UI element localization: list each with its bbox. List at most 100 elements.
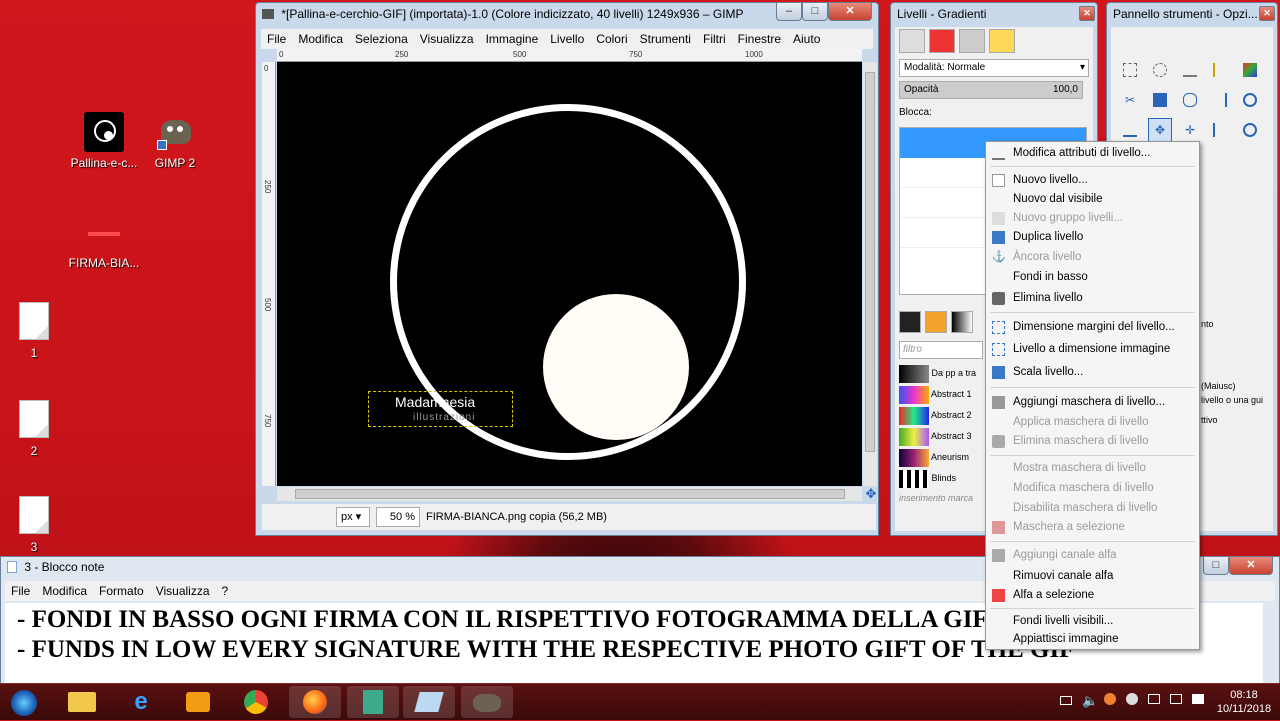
- menu-item-new-from-visible[interactable]: Nuovo dal visibile: [986, 190, 1199, 209]
- zoom-select[interactable]: 50 %: [376, 507, 420, 527]
- gradient-item[interactable]: Abstract 2: [899, 405, 983, 426]
- image-canvas[interactable]: Madamnesia illustrazioni: [277, 62, 862, 486]
- move-tool-icon[interactable]: ✥: [1148, 118, 1172, 142]
- tab-channels-icon[interactable]: [929, 29, 955, 53]
- menu-item-edit-attributes[interactable]: Modifica attributi di livello...: [986, 144, 1199, 163]
- taskbar-file-app[interactable]: [347, 686, 399, 718]
- tab-layers-icon[interactable]: [899, 29, 925, 53]
- menu-immagine[interactable]: Immagine: [480, 32, 545, 46]
- taskbar-media-player[interactable]: [172, 686, 224, 718]
- desktop-icon-pallina[interactable]: Pallina-e-c...: [64, 112, 144, 170]
- clock[interactable]: 08:18 10/11/2018: [1216, 688, 1272, 716]
- desktop-icon-gimp[interactable]: GIMP 2: [135, 112, 215, 170]
- align-tool-icon[interactable]: ✛: [1183, 123, 1197, 137]
- menu-item-remove-alpha-channel[interactable]: Rimuovi canale alfa: [986, 567, 1199, 586]
- close-button[interactable]: ✕: [1229, 557, 1273, 575]
- taskbar-internet-explorer[interactable]: e: [115, 686, 167, 718]
- network-icon[interactable]: [1148, 694, 1160, 704]
- gradient-item[interactable]: Blinds: [899, 468, 983, 489]
- zoom-tool-icon[interactable]: [1243, 93, 1257, 107]
- menu-item-new-layer[interactable]: Nuovo livello...: [986, 171, 1199, 190]
- menu-modifica[interactable]: Modifica: [36, 584, 93, 598]
- gradient-item[interactable]: Abstract 1: [899, 384, 983, 405]
- color-picker-tool-icon[interactable]: [1213, 93, 1227, 107]
- color-select-tool-icon[interactable]: [1243, 63, 1257, 77]
- desktop-icon-firma[interactable]: FIRMA-BIA...: [64, 212, 144, 270]
- opacity-slider[interactable]: Opacità 100,0: [899, 81, 1083, 99]
- taskbar-firefox[interactable]: [289, 686, 341, 718]
- action-center-icon[interactable]: [1192, 694, 1204, 704]
- gradients-list[interactable]: Da pp a tra Abstract 1 Abstract 2 Abstra…: [899, 363, 983, 489]
- filter-input[interactable]: filtro: [899, 341, 983, 359]
- toolbox-titlebar[interactable]: Pannello strumenti - Opzi... ✕: [1107, 3, 1277, 25]
- desktop-icon-file-2[interactable]: 2: [0, 400, 74, 458]
- menu-filtri[interactable]: Filtri: [697, 32, 732, 46]
- ellipse-select-tool-icon[interactable]: [1153, 63, 1167, 77]
- menu-item-layer-to-image-size[interactable]: Livello a dimensione immagine: [986, 340, 1199, 359]
- gimp-titlebar[interactable]: *[Pallina-e-cerchio-GIF] (importata)-1.0…: [256, 3, 878, 25]
- power-icon[interactable]: [1170, 694, 1182, 704]
- menu-item-delete-layer[interactable]: Elimina livello: [986, 289, 1199, 308]
- mode-select[interactable]: Modalità: Normale ▾: [899, 59, 1089, 77]
- menu-item-alpha-to-selection[interactable]: Alfa a selezione: [986, 586, 1199, 605]
- gradient-item[interactable]: Da pp a tra: [899, 363, 983, 384]
- keyboard-icon[interactable]: [1060, 696, 1072, 705]
- menu-item-merge-visible-layers[interactable]: Fondi livelli visibili...: [986, 612, 1199, 631]
- menu-item-merge-down[interactable]: Fondi in basso: [986, 268, 1199, 287]
- menu-formato[interactable]: Formato: [93, 584, 150, 598]
- menu-file[interactable]: File: [5, 584, 36, 598]
- menu-modifica[interactable]: Modifica: [292, 32, 349, 46]
- tab-undo-icon[interactable]: [989, 29, 1015, 53]
- volume-icon[interactable]: 🔈: [1082, 693, 1098, 709]
- minimize-button[interactable]: –: [776, 3, 802, 21]
- scroll-thumb[interactable]: [295, 489, 845, 499]
- menu-finestre[interactable]: Finestre: [732, 32, 787, 46]
- menu-item-scale-layer[interactable]: Scala livello...: [986, 363, 1199, 382]
- maximize-button[interactable]: □: [802, 3, 828, 21]
- navigate-icon[interactable]: ✥: [864, 487, 878, 501]
- fuzzy-select-tool-icon[interactable]: [1213, 63, 1227, 77]
- start-button[interactable]: [2, 686, 48, 718]
- menu-help[interactable]: ?: [216, 584, 235, 598]
- menu-colori[interactable]: Colori: [590, 32, 633, 46]
- scissors-tool-icon[interactable]: ✂: [1123, 93, 1137, 107]
- tray-app-icon[interactable]: [1104, 693, 1116, 705]
- layers-titlebar[interactable]: Livelli - Gradienti ✕: [891, 3, 1097, 25]
- taskbar-explorer[interactable]: [56, 686, 108, 718]
- rect-select-tool-icon[interactable]: [1123, 63, 1137, 77]
- tray-app-icon[interactable]: [1126, 693, 1138, 705]
- menu-strumenti[interactable]: Strumenti: [634, 32, 697, 46]
- unit-select[interactable]: px ▾: [336, 507, 370, 527]
- desktop-icon-file-3[interactable]: 3: [0, 496, 74, 554]
- scroll-thumb[interactable]: [865, 72, 875, 452]
- gradient-item[interactable]: Abstract 3: [899, 426, 983, 447]
- paths-tool-icon[interactable]: [1183, 93, 1197, 107]
- taskbar-gimp[interactable]: [461, 686, 513, 718]
- menu-visualizza[interactable]: Visualizza: [414, 32, 480, 46]
- menu-visualizza[interactable]: Visualizza: [150, 584, 216, 598]
- menu-file[interactable]: File: [261, 32, 292, 46]
- free-select-tool-icon[interactable]: [1183, 63, 1197, 77]
- vertical-ruler[interactable]: 0 250 500 750: [262, 62, 276, 486]
- taskbar-notepad[interactable]: [403, 686, 455, 718]
- rotate-tool-icon[interactable]: [1243, 123, 1257, 137]
- tab-paths-icon[interactable]: [959, 29, 985, 53]
- canvas-horizontal-scrollbar[interactable]: [277, 487, 862, 501]
- desktop-icon-file-1[interactable]: 1: [0, 302, 74, 360]
- menu-item-duplicate-layer[interactable]: Duplica livello: [986, 228, 1199, 247]
- close-button[interactable]: ✕: [1079, 6, 1095, 21]
- canvas-vertical-scrollbar[interactable]: [863, 62, 877, 486]
- menu-item-add-layer-mask[interactable]: Aggiungi maschera di livello...: [986, 393, 1199, 412]
- menu-aiuto[interactable]: Aiuto: [787, 32, 826, 46]
- tab-gradients-icon[interactable]: [951, 311, 973, 333]
- menu-seleziona[interactable]: Seleziona: [349, 32, 414, 46]
- foreground-select-tool-icon[interactable]: [1153, 93, 1167, 107]
- gradient-item[interactable]: Aneurism: [899, 447, 983, 468]
- close-button[interactable]: ✕: [1259, 6, 1275, 21]
- menu-livello[interactable]: Livello: [544, 32, 590, 46]
- taskbar-chrome[interactable]: [230, 686, 282, 718]
- menu-item-layer-boundary-size[interactable]: Dimensione margini del livello...: [986, 318, 1199, 337]
- menu-item-flatten-image[interactable]: Appiattisci immagine: [986, 630, 1199, 649]
- tab-brushes-icon[interactable]: [899, 311, 921, 333]
- maximize-button[interactable]: □: [1203, 557, 1229, 575]
